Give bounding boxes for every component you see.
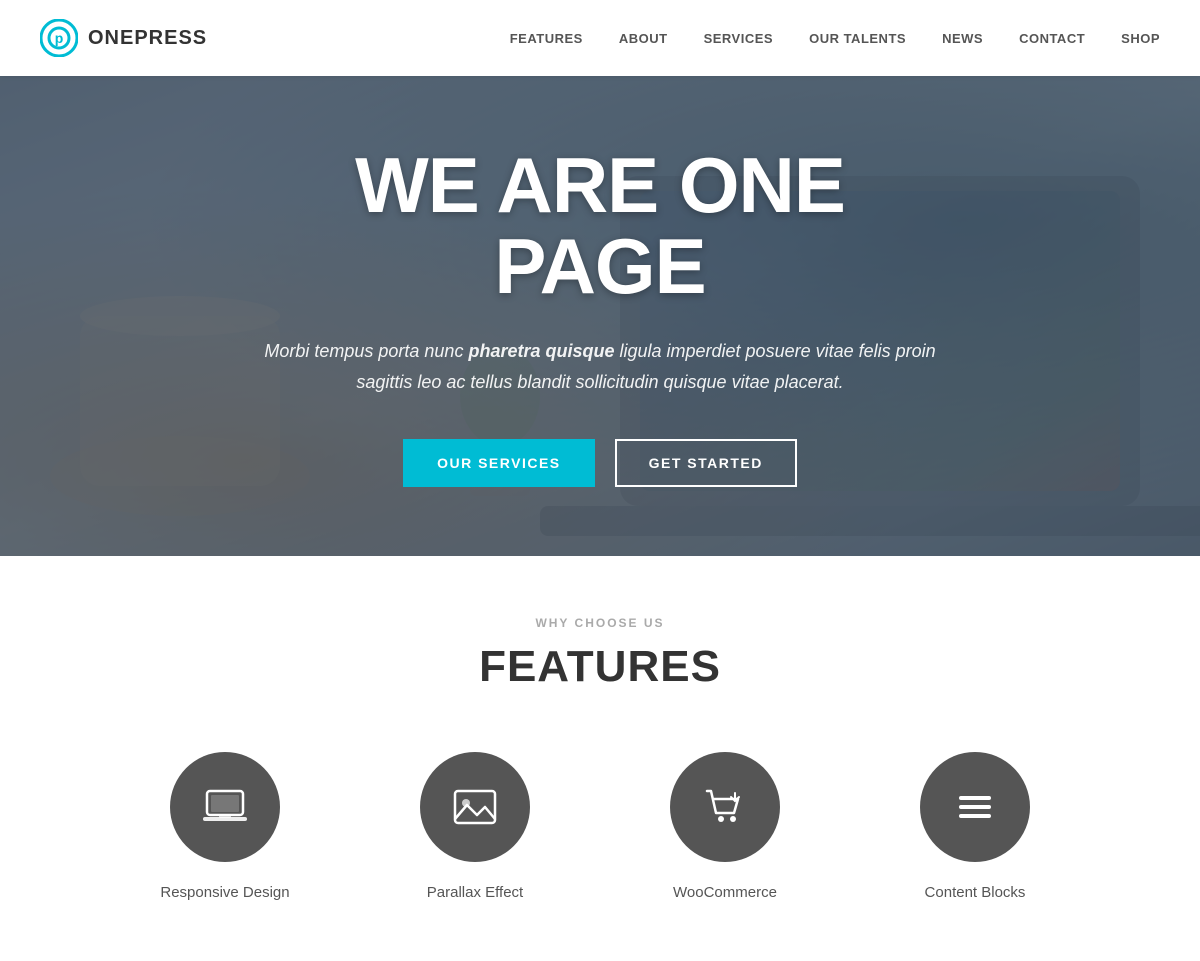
site-header: p ONEPRESS FEATURES ABOUT SERVICES OUR T… (0, 0, 1200, 76)
feature-responsive: Responsive Design (100, 742, 350, 911)
woocommerce-icon-circle (670, 752, 780, 862)
features-eyebrow: WHY CHOOSE US (40, 616, 1160, 630)
svg-text:p: p (55, 30, 64, 46)
main-nav: FEATURES ABOUT SERVICES OUR TALENTS NEWS… (510, 31, 1160, 46)
features-title: FEATURES (40, 642, 1160, 692)
hero-title: WE ARE ONE PAGE (250, 145, 950, 309)
feature-parallax-label: Parallax Effect (427, 884, 523, 901)
cart-icon (701, 783, 749, 831)
nav-features[interactable]: FEATURES (510, 31, 583, 46)
get-started-button[interactable]: GET STARTED (615, 439, 797, 487)
laptop-icon (201, 783, 249, 831)
hero-subtitle-text1: Morbi tempus porta nunc (264, 341, 468, 361)
responsive-icon-circle (170, 752, 280, 862)
nav-shop[interactable]: SHOP (1121, 31, 1160, 46)
feature-woocommerce: WooCommerce (600, 742, 850, 911)
features-section: WHY CHOOSE US FEATURES Responsive Design (0, 556, 1200, 961)
hero-subtitle-bold: pharetra quisque (468, 341, 614, 361)
feature-woocommerce-label: WooCommerce (673, 884, 777, 901)
our-services-button[interactable]: OUR SERVICES (403, 439, 595, 487)
image-icon (451, 783, 499, 831)
parallax-icon-circle (420, 752, 530, 862)
features-grid: Responsive Design Parallax Effect (40, 742, 1160, 911)
hero-subtitle: Morbi tempus porta nunc pharetra quisque… (250, 336, 950, 397)
logo-icon: p (40, 19, 78, 57)
nav-about[interactable]: ABOUT (619, 31, 668, 46)
hero-buttons: OUR SERVICES GET STARTED (250, 439, 950, 487)
menu-icon (951, 783, 999, 831)
nav-talents[interactable]: OUR TALENTS (809, 31, 906, 46)
nav-services[interactable]: SERVICES (704, 31, 774, 46)
feature-responsive-label: Responsive Design (160, 884, 289, 901)
feature-parallax: Parallax Effect (350, 742, 600, 911)
hero-content: WE ARE ONE PAGE Morbi tempus porta nunc … (210, 145, 990, 488)
logo-text: ONEPRESS (88, 27, 207, 50)
nav-news[interactable]: NEWS (942, 31, 983, 46)
logo-link[interactable]: p ONEPRESS (40, 19, 207, 57)
feature-content-blocks-label: Content Blocks (925, 884, 1026, 901)
hero-section: WE ARE ONE PAGE Morbi tempus porta nunc … (0, 76, 1200, 556)
feature-content-blocks: Content Blocks (850, 742, 1100, 911)
content-blocks-icon-circle (920, 752, 1030, 862)
nav-contact[interactable]: CONTACT (1019, 31, 1085, 46)
